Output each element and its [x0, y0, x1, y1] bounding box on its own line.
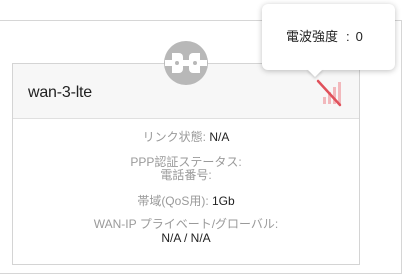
bandwidth-label: 帯域(QoS用):	[137, 194, 209, 208]
interface-name: wan-3-lte	[28, 84, 93, 101]
wan-ip-label: WAN-IP プライベート/グローバル:	[93, 217, 279, 231]
tooltip-content: 電波強度:0	[286, 26, 363, 45]
phone-number-label: 電話番号:	[160, 168, 212, 182]
signal-strength-tooltip: 電波強度:0	[262, 4, 395, 70]
link-status-row: リンク状態: N/A	[12, 131, 360, 144]
link-status-value: N/A	[209, 130, 230, 144]
signal-strength-value: 0	[355, 29, 363, 44]
wan-ip-value: N/A / N/A	[161, 231, 211, 245]
tooltip-arrow	[307, 69, 323, 77]
bandwidth-row: 帯域(QoS用): 1Gb	[12, 195, 360, 208]
signal-strength-label: 電波強度	[286, 29, 339, 44]
tooltip-separator: :	[346, 29, 350, 44]
signal-strength-icon[interactable]	[316, 77, 346, 107]
plug-connector-icon	[164, 41, 208, 85]
link-status-label: リンク状態:	[142, 130, 206, 144]
bandwidth-value: 1Gb	[212, 194, 235, 208]
